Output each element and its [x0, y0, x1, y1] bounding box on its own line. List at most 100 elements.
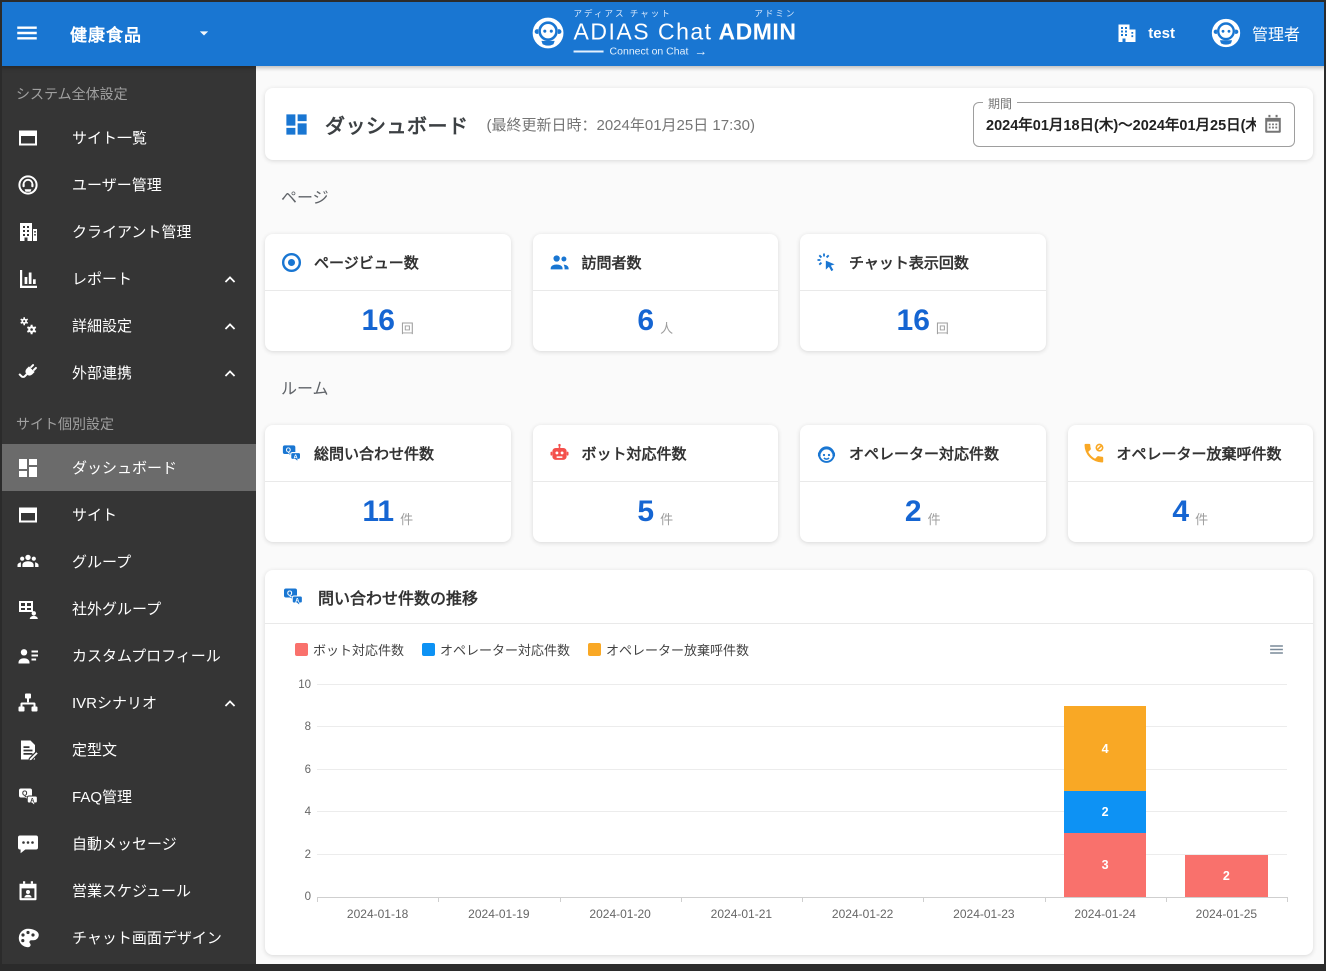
- legend-label: オペレーター対応件数: [440, 643, 571, 658]
- period-range-field[interactable]: 期間 2024年01月18日(木)～2024年01月25日(木): [973, 94, 1295, 147]
- sidebar-item-label: カスタムプロフィール: [72, 648, 221, 665]
- x-axis-tick: [559, 897, 561, 902]
- sidebar-item-label: サイト一覧: [72, 130, 148, 147]
- chart-context-menu-icon[interactable]: [1266, 641, 1287, 658]
- bar-value-label: 4: [1101, 741, 1109, 756]
- sidebar-item-advanced-settings[interactable]: 詳細設定: [0, 302, 256, 349]
- legend-item-2[interactable]: オペレーター放棄呼件数: [588, 640, 749, 659]
- stat-card-total-inquiries: Q A 総問い合わせ件数 11 件: [265, 425, 511, 542]
- stat-card-unit: 件: [927, 511, 941, 527]
- x-axis-tick: [923, 897, 925, 902]
- sidebar-item-faq-management[interactable]: Q A FAQ管理: [0, 773, 256, 820]
- sidebar-item-external-integration[interactable]: 外部連携: [0, 349, 256, 396]
- user-menu[interactable]: 管理者: [1209, 16, 1300, 50]
- stat-card-unit: 件: [400, 511, 414, 527]
- sidebar-item-ivr-scenario[interactable]: IVRシナリオ: [0, 679, 256, 726]
- bar-value-label: 2: [1222, 868, 1230, 883]
- sidebar-item-site[interactable]: サイト: [0, 491, 256, 538]
- stat-card-value: 11: [362, 495, 395, 528]
- sidebar-item-report[interactable]: レポート: [0, 255, 256, 302]
- cursor-click-icon: [815, 251, 838, 274]
- adias-robot-logo-icon: [530, 15, 567, 52]
- stat-card-title: ボット対応件数: [581, 445, 687, 463]
- chevron-up-icon[interactable]: [220, 269, 240, 289]
- sidebar-item-label: レポート: [72, 271, 133, 288]
- gridline: [317, 684, 1287, 685]
- building-icon: [1115, 21, 1139, 45]
- x-axis-label: 2024-01-18: [346, 907, 409, 921]
- dashboard-icon: [16, 456, 40, 480]
- stat-card-bot-handled: ボット対応件数 5 件: [532, 425, 778, 542]
- legend-label: ボット対応件数: [313, 643, 405, 658]
- people-icon: [548, 251, 571, 274]
- chevron-up-icon[interactable]: [220, 693, 240, 713]
- stat-card-unit: 人: [660, 320, 674, 336]
- caret-down-icon[interactable]: [194, 23, 214, 43]
- stat-card-title: ページビュー数: [314, 254, 419, 272]
- gears-icon: [16, 314, 40, 338]
- qa-chat-icon: QA: [280, 442, 303, 465]
- x-axis-tick: [317, 897, 318, 902]
- x-axis-label: 2024-01-20: [589, 907, 651, 921]
- client-name: test: [1148, 24, 1175, 42]
- bar-value-label: 2: [1101, 805, 1109, 820]
- sidebar-item-auto-message[interactable]: 自動メッセージ: [0, 820, 256, 867]
- sidebar-item-business-schedule[interactable]: 営業スケジュール: [0, 867, 256, 914]
- stat-card-unit: 回: [400, 320, 414, 336]
- site-selector-dropdown[interactable]: 健康食品: [70, 21, 142, 46]
- sidebar-item-site-list[interactable]: サイト一覧: [0, 114, 256, 161]
- chevron-up-icon[interactable]: [220, 363, 240, 383]
- client-chip[interactable]: test: [1115, 21, 1175, 45]
- sidebar-item-group[interactable]: グループ: [0, 538, 256, 585]
- sidebar-item-external-group[interactable]: 社外グループ: [0, 585, 256, 632]
- legend-swatch: [295, 643, 308, 656]
- logo-text: アディアス チャット アドミン ADIAS Chat ADMIN Connect …: [573, 8, 797, 57]
- app-window: 健康食品 アディアス チャット アドミン ADIAS Chat ADMIN Con…: [0, 0, 1326, 971]
- bar-chart-icon: [16, 267, 40, 291]
- menu-icon[interactable]: [14, 20, 40, 46]
- chart-header: QA 問い合わせ件数の推移: [265, 570, 1313, 624]
- palette-icon: [16, 926, 40, 950]
- chart-body: ボット対応件数 オペレーター対応件数 オペレーター放棄呼件数 0 2 4 6 8 10 3 2 4 2…: [265, 624, 1313, 921]
- svg-text:A: A: [30, 798, 35, 804]
- logo-tagline: Connect on Chat: [609, 45, 689, 57]
- page-title: ダッシュボード: [325, 115, 469, 138]
- legend-item-1[interactable]: オペレーター対応件数: [422, 640, 570, 659]
- sidebar-item-chat-screen-design[interactable]: チャット画面デザイン: [0, 914, 256, 961]
- x-axis-tick: [1165, 897, 1167, 902]
- legend-swatch: [422, 643, 436, 656]
- chevron-up-icon[interactable]: [220, 316, 240, 336]
- period-label: 期間: [983, 94, 1018, 112]
- stat-card-unit: 回: [935, 320, 949, 336]
- sidebar-section-label: システム全体設定: [16, 86, 128, 102]
- sidebar-item-dashboard[interactable]: ダッシュボード: [0, 444, 256, 491]
- sitemap-icon: [16, 691, 40, 715]
- section-label: ページ: [281, 190, 329, 207]
- bar-segment-series1: 2: [1063, 791, 1147, 834]
- logo-furigana-admin: アドミン: [754, 8, 797, 19]
- x-axis-tick: [1044, 897, 1046, 902]
- sidebar-item-label: ダッシュボード: [72, 460, 178, 477]
- user-headset-icon: [16, 173, 40, 197]
- legend-item-0[interactable]: ボット対応件数: [295, 640, 404, 659]
- sidebar-item-client-management[interactable]: クライアント管理: [0, 208, 256, 255]
- svg-text:Q: Q: [22, 790, 28, 797]
- sidebar-item-label: チャット画面デザイン: [72, 930, 222, 947]
- x-axis-label: 2024-01-19: [468, 907, 530, 921]
- sidebar-item-label: 社外グループ: [72, 601, 162, 618]
- stat-card-value: 5: [637, 495, 655, 528]
- header-left: 健康食品: [0, 20, 314, 46]
- stat-card-visitors: 訪問者数 6 人: [532, 234, 778, 351]
- section-label: ルーム: [281, 381, 329, 398]
- calendar-icon[interactable]: [1262, 113, 1284, 135]
- sidebar-item-user-management[interactable]: ユーザー管理: [0, 161, 256, 208]
- sidebar-item-label: IVRシナリオ: [72, 695, 158, 712]
- phone-missed-icon: [1083, 442, 1106, 465]
- bar-segment-series0: 2: [1185, 854, 1268, 897]
- robot-icon: [548, 442, 571, 465]
- sidebar-item-custom-profile[interactable]: カスタムプロフィール: [0, 632, 256, 679]
- bar-segment-series0: 3: [1063, 833, 1147, 897]
- sidebar-item-template-text[interactable]: 定型文: [0, 726, 256, 773]
- chart-plot-area: 0 2 4 6 8 10 3 2 4 2: [298, 679, 1288, 903]
- svg-text:A: A: [295, 598, 300, 604]
